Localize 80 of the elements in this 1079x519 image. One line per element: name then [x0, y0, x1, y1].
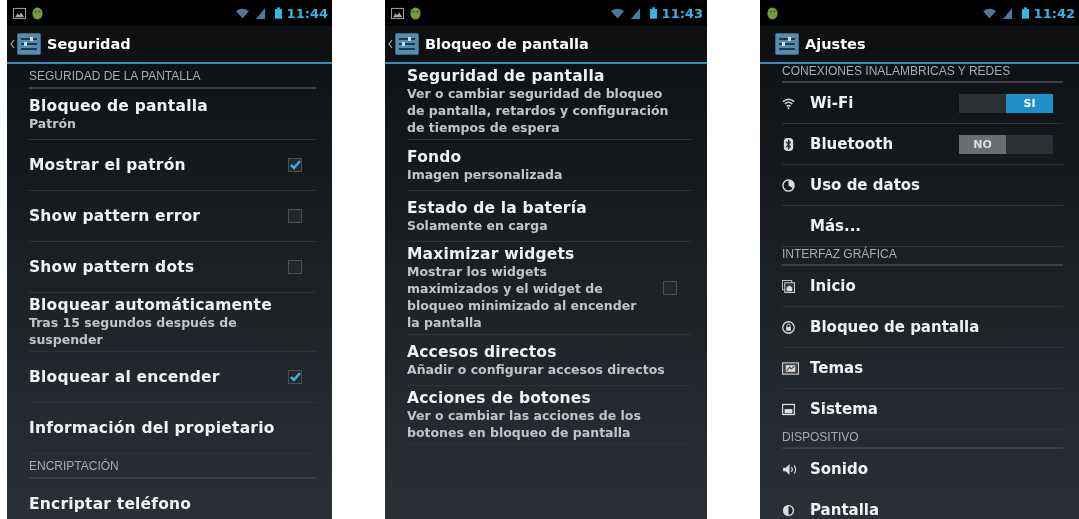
- brightness-icon: [782, 503, 795, 517]
- battery-icon: [649, 7, 657, 19]
- screen-title: Bloqueo de pantalla: [425, 36, 589, 52]
- switch-thumb: SI: [1006, 93, 1053, 113]
- setting-title[interactable]: Bloquear automáticamente: [29, 296, 316, 314]
- setting-title[interactable]: Wi-Fi: [810, 94, 959, 112]
- wifi-icon: [782, 96, 795, 110]
- screen-title: Ajustes: [805, 36, 866, 52]
- wifi-icon: [610, 7, 624, 19]
- back-caret-icon[interactable]: [10, 39, 15, 49]
- setting-summary: Solamente en carga: [407, 216, 549, 234]
- setting-title[interactable]: Encriptar teléfono: [29, 495, 316, 513]
- checkbox[interactable]: [288, 370, 302, 384]
- setting-summary: Patrón: [29, 114, 77, 132]
- setting-summary: Mostrar los widgets maximizados y el widget de bloqueo minimizado al encender la pantalla: [407, 263, 638, 331]
- setting-title[interactable]: Mostrar el patrón: [29, 156, 280, 174]
- battery-icon: [1021, 7, 1029, 19]
- setting-summary: Añadir o configurar accesos directos: [407, 360, 666, 378]
- pie-chart-icon: [782, 178, 795, 192]
- setting-title[interactable]: Bluetooth: [810, 135, 959, 153]
- setting-title[interactable]: Más...: [810, 217, 1063, 235]
- toggle-switch[interactable]: SI: [959, 93, 1053, 113]
- back-caret-icon[interactable]: [388, 39, 393, 49]
- robot-icon: [31, 6, 44, 20]
- setting-summary: Imagen personalizada: [407, 165, 564, 183]
- setting-title[interactable]: Seguridad de pantalla: [407, 67, 691, 85]
- setting-title[interactable]: Bloqueo de pantalla: [810, 318, 1063, 336]
- clock-time: 11:42: [1033, 5, 1075, 21]
- clock-time: 11:44: [286, 5, 328, 21]
- picture-frame-icon: [782, 361, 799, 375]
- robot-icon: [409, 6, 422, 20]
- section-header: SEGURIDAD DE LA PANTALLA: [29, 64, 316, 89]
- picture-icon: [13, 6, 26, 20]
- picture-icon: [391, 6, 404, 20]
- checkbox[interactable]: [288, 158, 302, 172]
- setting-title[interactable]: Información del propietario: [29, 419, 316, 437]
- checkbox[interactable]: [663, 281, 677, 295]
- setting-title[interactable]: Uso de datos: [810, 176, 1063, 194]
- lock-icon: [782, 320, 795, 334]
- setting-title[interactable]: Bloqueo de pantalla: [29, 96, 316, 115]
- checkbox[interactable]: [288, 209, 302, 223]
- setting-title[interactable]: Accesos directos: [407, 342, 691, 361]
- section-header: INTERFAZ GRÁFICA: [782, 247, 1063, 266]
- setting-summary: Ver o cambiar seguridad de bloqueo de pantalla, retardos y configuración de tiempos de espera: [407, 85, 670, 136]
- setting-title[interactable]: Show pattern dots: [29, 258, 280, 276]
- speaker-icon: [782, 462, 799, 476]
- setting-title[interactable]: Inicio: [810, 277, 1063, 295]
- setting-title[interactable]: Sistema: [810, 400, 1063, 418]
- home-screen-icon: [782, 279, 795, 293]
- system-window-icon: [782, 402, 795, 416]
- settings-app-icon[interactable]: [395, 33, 419, 55]
- setting-title[interactable]: Bloquear al encender: [29, 368, 280, 386]
- bluetooth-icon: [782, 137, 795, 151]
- setting-title[interactable]: Acciones de botones: [407, 389, 691, 407]
- signal-icon: [628, 7, 642, 19]
- switch-thumb: NO: [959, 134, 1006, 154]
- setting-summary: Ver o cambiar las acciones de los botones en bloqueo de pantalla: [407, 407, 642, 441]
- section-header: DISPOSITIVO: [782, 430, 1063, 449]
- robot-icon: [766, 6, 779, 20]
- signal-icon: [253, 7, 267, 19]
- signal-icon: [1000, 7, 1014, 19]
- battery-icon: [274, 7, 282, 19]
- setting-title[interactable]: Fondo: [407, 147, 691, 166]
- wifi-icon: [982, 7, 996, 19]
- toggle-switch[interactable]: NO: [959, 134, 1053, 154]
- section-header: ENCRIPTACIÓN: [29, 454, 316, 479]
- setting-title[interactable]: Show pattern error: [29, 207, 280, 225]
- settings-app-icon[interactable]: [775, 33, 799, 55]
- checkbox[interactable]: [288, 260, 302, 274]
- setting-title[interactable]: Sonido: [810, 460, 1063, 478]
- clock-time: 11:43: [661, 5, 703, 21]
- section-header: CONEXIONES INALAMBRICAS Y REDES: [782, 64, 1063, 83]
- setting-summary: Tras 15 segundos después de suspender: [29, 314, 238, 348]
- screen-title: Seguridad: [47, 36, 131, 52]
- setting-title[interactable]: Temas: [810, 359, 1063, 377]
- setting-title[interactable]: Maximizar widgets: [407, 245, 655, 263]
- settings-app-icon[interactable]: [17, 33, 41, 55]
- setting-title[interactable]: Pantalla: [810, 501, 1063, 519]
- setting-title[interactable]: Estado de la batería: [407, 198, 691, 217]
- wifi-icon: [235, 7, 249, 19]
